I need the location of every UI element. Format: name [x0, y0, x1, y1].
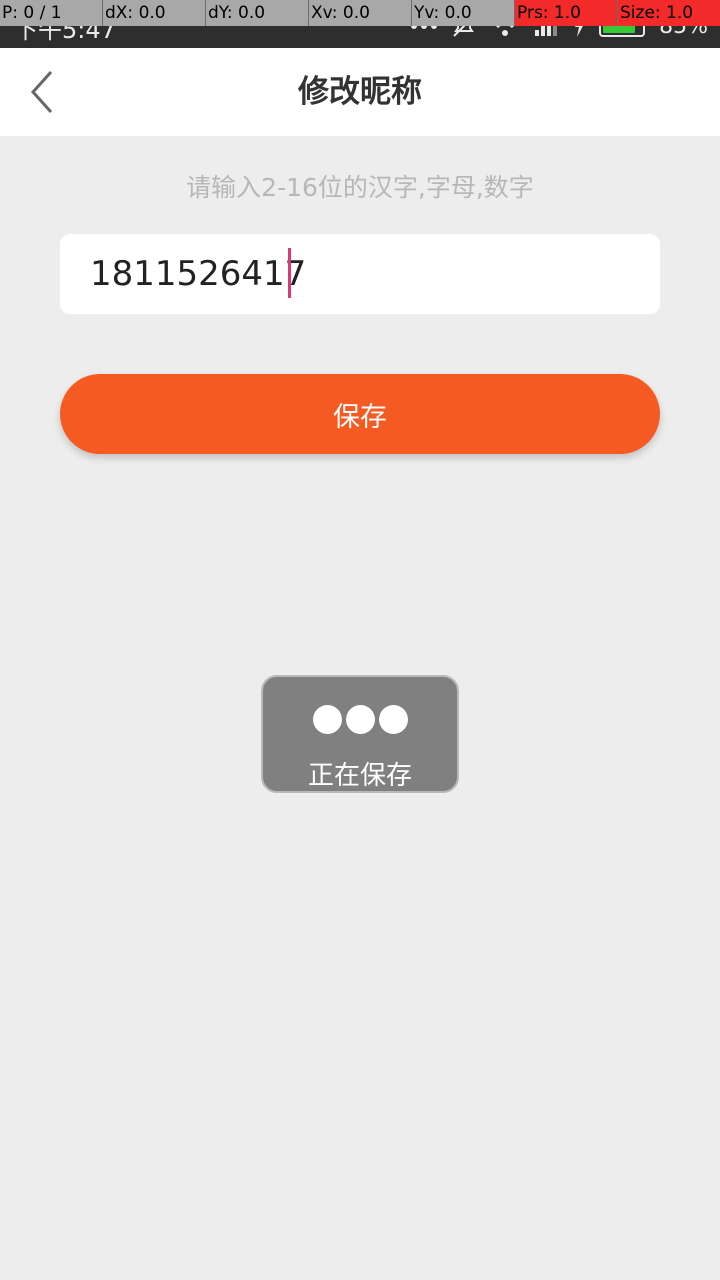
back-button[interactable]	[18, 68, 66, 116]
text-cursor	[288, 248, 291, 298]
nickname-hint: 请输入2-16位的汉字,字母,数字	[186, 173, 534, 202]
saving-toast: 正在保存	[261, 675, 459, 793]
nickname-input[interactable]	[60, 234, 660, 314]
debug-dx: dX: 0.0	[103, 0, 206, 26]
debug-dy: dY: 0.0	[206, 0, 309, 26]
debug-pressure: Prs: 1.0	[515, 0, 618, 26]
nickname-field	[60, 234, 660, 314]
debug-xv: Xv: 0.0	[309, 0, 412, 26]
debug-yv: Yv: 0.0	[412, 0, 515, 26]
debug-pointer-count: P: 0 / 1	[0, 0, 103, 26]
pointer-debug-overlay: P: 0 / 1 dX: 0.0 dY: 0.0 Xv: 0.0 Yv: 0.0…	[0, 0, 720, 26]
page-title: 修改昵称	[298, 74, 422, 110]
header: 修改昵称	[0, 48, 720, 136]
chevron-left-icon	[30, 70, 53, 114]
loading-dots-icon	[263, 705, 457, 734]
save-button[interactable]: 保存	[60, 374, 660, 454]
debug-size: Size: 1.0	[618, 0, 720, 26]
saving-label: 正在保存	[307, 761, 412, 791]
